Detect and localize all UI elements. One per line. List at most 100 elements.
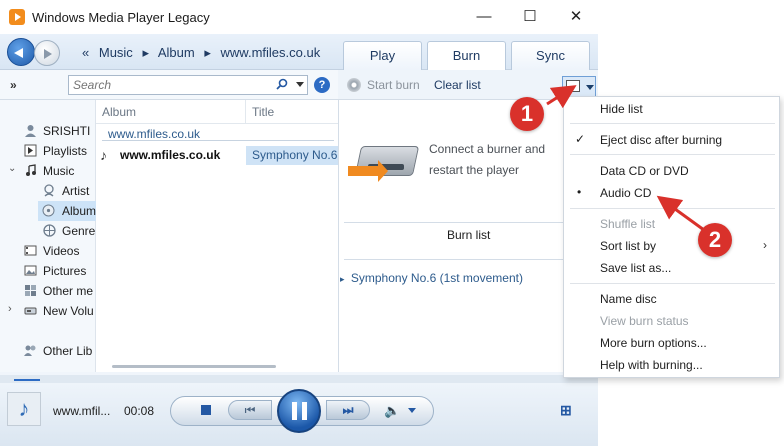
now-playing-album-art-icon[interactable]: ♪ [7,392,41,426]
tree-item-videos[interactable]: Videos [0,241,96,261]
menu-item-name-disc[interactable]: Name disc [564,288,779,310]
annotation-step-2-badge: 2 [698,223,732,257]
column-header-album[interactable]: Album [96,100,246,124]
tree-item-other-media[interactable]: Other me [0,281,96,301]
close-button[interactable]: ✕ [565,6,587,28]
minimize-button[interactable]: — [473,6,495,28]
tree-item-srishti[interactable]: SRISHTI [0,121,96,141]
album-group-header: www.mfiles.co.uk [108,127,201,141]
burn-item-label: Symphony No.6 (1st movement) [350,271,523,285]
menu-separator [570,123,775,124]
breadcrumb-separator-icon: ▸ [142,45,149,60]
pause-button[interactable] [277,389,321,433]
back-button[interactable] [7,38,35,66]
next-button[interactable]: ⏭ [326,400,370,420]
video-icon [24,245,37,256]
stop-button[interactable] [201,405,211,415]
burn-options-dropdown-arrow-icon [586,85,594,90]
menu-item-data-cd[interactable]: Data CD or DVD [564,160,779,182]
collapse-chevron-icon[interactable]: › [8,303,12,315]
window-title: Windows Media Player Legacy [32,10,210,25]
menu-item-audio-cd[interactable]: • Audio CD [564,182,779,204]
burn-list-item[interactable]: ▸ Symphony No.6 (1st movement) [340,271,523,285]
annotation-step-1-badge: 1 [510,97,544,131]
music-note-icon [26,164,36,176]
picture-icon [24,265,37,276]
previous-button[interactable]: ⏮ [228,400,272,420]
tree-item-label: New Volu [43,304,94,318]
breadcrumb-site[interactable]: www.mfiles.co.uk [221,45,321,60]
menu-separator [570,154,775,155]
other-libraries-icon [24,345,36,356]
other-media-icon [25,285,36,296]
tree-item-artist[interactable]: Artist [0,181,96,201]
forward-button[interactable] [34,40,60,66]
burn-options-icon [566,80,580,92]
tree-item-new-volume[interactable]: › New Volu [0,301,96,321]
tree-item-label: Album [62,204,96,218]
help-icon[interactable]: ? [314,77,330,93]
breadcrumb-music[interactable]: Music [99,45,133,60]
tree-item-label: Videos [43,244,80,258]
start-burn-button[interactable]: Start burn [367,78,420,92]
horizontal-scrollbar[interactable] [112,365,276,368]
genre-icon [43,224,56,237]
breadcrumb-album[interactable]: Album [158,45,195,60]
pause-icon [302,402,307,420]
tree-item-label: Playlists [43,144,88,158]
menu-item-hide-list[interactable]: Hide list [564,98,779,120]
column-header-title[interactable]: Title [246,100,338,124]
disc-icon [347,78,361,92]
divider [344,222,594,223]
music-note-icon: ♪ [100,147,107,163]
insert-arrow-icon [348,160,388,182]
more-options-chevron-icon[interactable]: » [10,78,17,92]
checkmark-icon: ✓ [575,132,586,146]
switch-to-now-playing-icon[interactable]: ⊞ [560,402,572,419]
breadcrumb-prefix-icon: « [82,45,90,60]
seek-progress [14,379,40,381]
artist-icon [44,184,54,197]
volume-icon[interactable]: 🔈 [384,403,400,419]
clear-list-button[interactable]: Clear list [434,78,481,92]
seek-bar[interactable] [0,375,598,383]
tab-sync[interactable]: Sync [511,41,590,70]
tree-item-label: Music [43,164,75,178]
search-input[interactable] [69,76,259,94]
now-playing-title: www.mfil... [53,404,111,418]
burn-list-heading: Burn list [447,228,491,242]
menu-item-more-burn-options[interactable]: More burn options... [564,332,779,354]
search-box[interactable] [68,75,308,95]
tree-item-genre[interactable]: Genre [0,221,96,241]
tree-item-music[interactable]: ⌄ Music [0,161,96,181]
menu-item-save-list-as[interactable]: Save list as... [564,257,779,279]
media-player-app-icon [9,9,25,25]
tree-item-label: Other me [43,284,94,298]
volume-dropdown-arrow-icon[interactable] [408,408,416,413]
tab-play[interactable]: Play [343,41,422,70]
album-row[interactable]: ♪ www.mfiles.co.uk [100,147,242,165]
tree-item-label: Other Lib [43,344,93,358]
tree-item-album[interactable]: Album [38,201,96,221]
tab-burn[interactable]: Burn [427,41,506,70]
search-dropdown-arrow-icon[interactable] [296,82,304,87]
tree-item-pictures[interactable]: Pictures [0,261,96,281]
menu-separator [570,208,775,209]
divider [344,259,594,260]
album-icon [42,204,55,217]
menu-item-eject-disc[interactable]: ✓ Eject disc after burning [564,129,779,151]
track-row[interactable]: Symphony No.6 [246,146,338,165]
menu-item-sort-list-by[interactable]: Sort list by › [564,235,779,257]
tree-item-label: Pictures [43,264,87,278]
maximize-button[interactable]: ☐ [519,6,541,28]
radio-bullet-icon: • [577,185,582,199]
search-icon[interactable] [276,78,288,90]
group-divider [102,140,334,141]
menu-item-help-with-burning[interactable]: Help with burning... [564,354,779,376]
expand-chevron-icon[interactable]: ⌄ [8,163,16,174]
tree-item-playlists[interactable]: Playlists [0,141,96,161]
menu-item-view-burn-status: View burn status [600,314,689,328]
submenu-chevron-icon: › [763,238,767,252]
tree-item-other-libraries[interactable]: Other Lib [0,341,96,361]
breadcrumb-separator-icon: ▸ [204,45,211,60]
